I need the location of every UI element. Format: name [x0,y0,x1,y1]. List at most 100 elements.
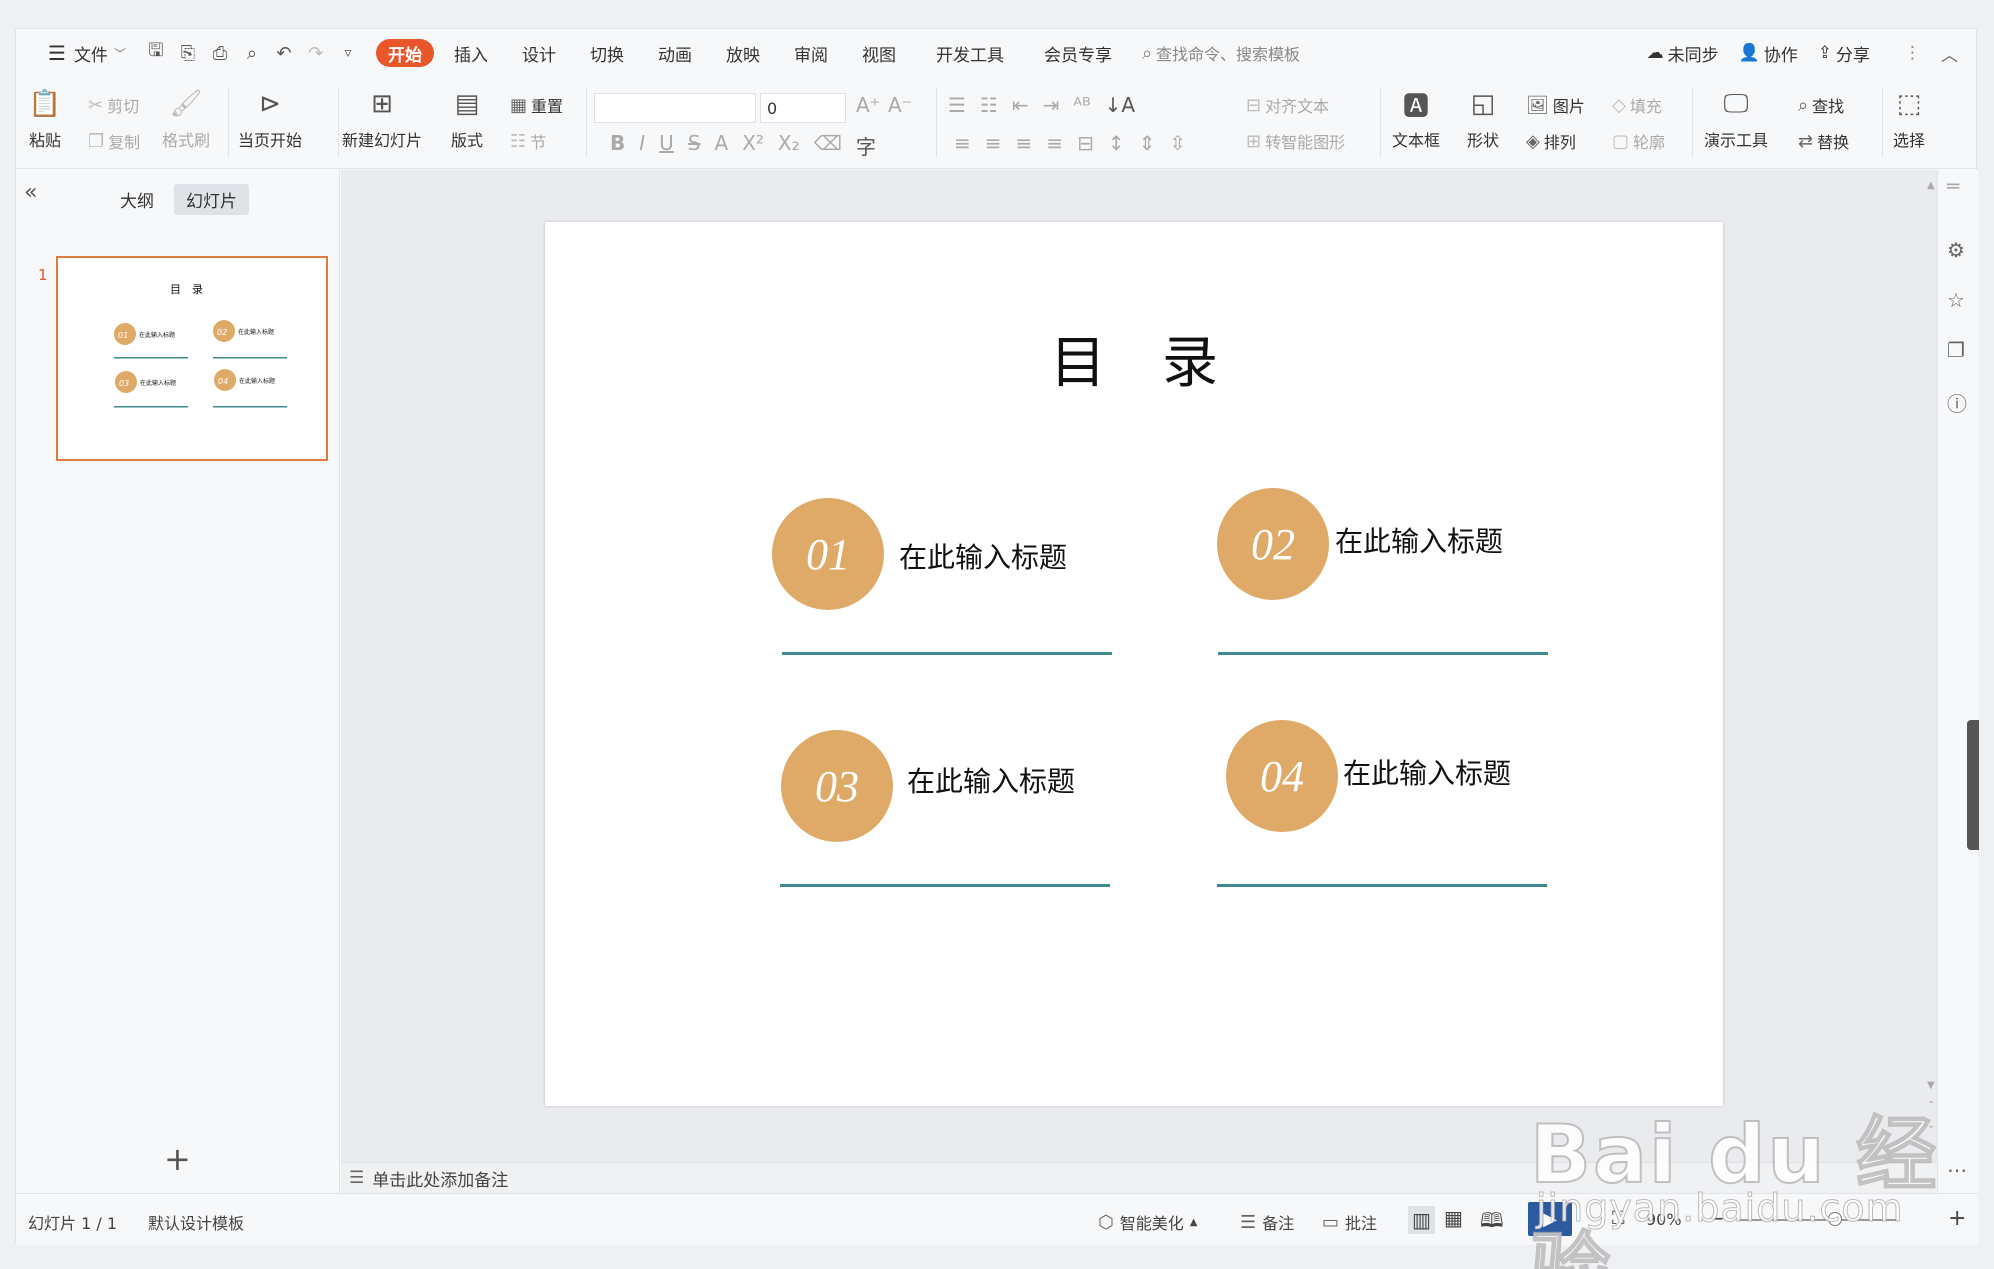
customize-quick-access-icon[interactable]: ▿ [332,38,364,68]
tab-insert[interactable]: 插入 [440,38,502,68]
cut-button[interactable]: ✂ 剪切 [88,93,139,117]
tab-transitions[interactable]: 切换 [576,38,638,68]
save-icon[interactable]: 🖫 [140,38,172,68]
vertical-scrollbar[interactable]: ▲ ▼ ⌃ ⌄ [1927,180,1937,1140]
increase-indent-icon[interactable]: ⇥ [1043,93,1060,117]
outline-button[interactable]: ▢ 轮廓 [1612,129,1665,153]
smartart-button[interactable]: ⊞ 转智能图形 [1246,129,1345,153]
tab-home[interactable]: 开始 [375,39,434,67]
add-slide-icon[interactable]: + [164,1140,191,1178]
tab-design[interactable]: 设计 [508,38,570,68]
toc-circle-03[interactable]: 03 [781,730,893,842]
paste-button[interactable]: 📋 粘贴 [28,87,62,151]
print-preview-icon[interactable]: ⎘ [172,38,204,68]
picture-button[interactable]: 🖼 图片 [1526,93,1585,117]
redo-icon[interactable]: ↷ [300,38,332,68]
sync-status[interactable]: ☁ 未同步 [1637,41,1729,66]
slide[interactable]: 目 录 01 在此输入标题 02 在此输入标题 03 在此输入标题 04 在此输… [545,222,1723,1106]
shape-button[interactable]: ◱ 形状 [1466,87,1500,151]
align-center-icon[interactable]: ≡ [985,131,1002,155]
next-slide-icon[interactable]: ⌄ [1927,1120,1935,1131]
notes-bar[interactable]: ☰ 单击此处添加备注 [341,1162,1937,1193]
collapse-ribbon-icon[interactable]: ︿ [1931,41,1968,66]
tab-animations[interactable]: 动画 [644,38,706,68]
column-spacing-icon[interactable]: ⇳ [1169,131,1186,155]
toc-circle-01[interactable]: 01 [772,498,884,610]
sorter-view-icon[interactable]: ▦ [1444,1206,1463,1230]
print-icon[interactable]: ⎙ [204,38,236,68]
fill-button[interactable]: ◇ 填充 [1612,93,1662,117]
toc-label-04[interactable]: 在此输入标题 [1343,752,1511,792]
zoom-slider[interactable] [1738,1219,1898,1221]
bold-icon[interactable]: B [610,131,625,160]
reading-view-icon[interactable]: 🕮 [1480,1206,1504,1240]
clear-format-icon[interactable]: ⌫ [814,131,842,160]
tab-developer[interactable]: 开发工具 [922,38,1018,68]
presentation-tools-button[interactable]: 🖵 演示工具 [1704,87,1768,151]
font-family-select[interactable] [594,93,756,123]
italic-icon[interactable]: I [639,131,645,160]
sort-icon[interactable]: ↓A [1105,93,1135,117]
text-direction-icon[interactable]: ᴬᴮ [1073,93,1090,117]
template-name[interactable]: 默认设计模板 [148,1210,244,1234]
slide-thumbnail[interactable]: 目 录 01 在此输入标题 02 在此输入标题 03 在此输入标题 04 在此输… [56,256,328,461]
beautify-button[interactable]: ⬡ 智能美化 ▲ [1098,1210,1197,1234]
phonetic-icon[interactable]: 字 [856,131,876,160]
undo-icon[interactable]: ↶ [268,38,300,68]
align-left-icon[interactable]: ≡ [954,131,971,155]
format-painter-button[interactable]: 🖌 格式刷 [162,87,210,151]
collab-button[interactable]: 👤 协作 [1729,41,1808,66]
star-icon[interactable]: ☆ [1947,288,1965,312]
decrease-indent-icon[interactable]: ⇤ [1012,93,1029,117]
layout-button[interactable]: ▤ 版式 [450,87,484,151]
tab-review[interactable]: 审阅 [780,38,842,68]
more-options-icon[interactable]: ⋯ [1947,1158,1967,1182]
arrange-button[interactable]: ◈ 排列 [1526,129,1576,153]
preview-icon[interactable]: ⌕ [236,38,268,68]
window-icon[interactable]: ❐ [1947,338,1965,362]
toc-label-01[interactable]: 在此输入标题 [899,536,1067,576]
new-slide-button[interactable]: ⊞ 新建幻灯片 [342,87,422,151]
paragraph-spacing-icon[interactable]: ⇕ [1139,131,1156,155]
zoom-level[interactable]: 90% [1646,1210,1682,1229]
tab-outline[interactable]: 大纲 [108,184,166,215]
tab-view[interactable]: 视图 [848,38,910,68]
tab-member[interactable]: 会员专享 [1030,38,1126,68]
notes-toggle-button[interactable]: ☰ 备注 [1240,1210,1294,1234]
strikethrough-icon[interactable]: S [688,131,701,160]
zoom-slider-handle[interactable] [1828,1212,1842,1226]
fit-window-icon[interactable]: ⛶ [1612,1208,1625,1229]
reset-button[interactable]: ▦ 重置 [510,93,563,117]
zoom-out-icon[interactable]: − [1708,1206,1725,1230]
collapse-panel-icon[interactable]: « [24,180,37,205]
shrink-font-icon[interactable]: A⁻ [888,93,912,117]
prev-slide-icon[interactable]: ⌃ [1927,1100,1935,1111]
play-slideshow-button[interactable]: ▶ [1528,1202,1572,1236]
toc-circle-04[interactable]: 04 [1226,720,1338,832]
align-right-icon[interactable]: ≡ [1016,131,1033,155]
underline-icon[interactable]: U [659,131,674,160]
tab-slides[interactable]: 幻灯片 [174,184,249,215]
file-menu[interactable]: ☰ 文件 ﹀ [34,38,140,68]
scroll-down-icon[interactable]: ▼ [1927,1080,1935,1091]
select-button[interactable]: ⬚ 选择 [1892,87,1926,151]
numbering-icon[interactable]: ☷ [980,93,998,117]
section-button[interactable]: ☷ 节 [510,129,546,153]
copy-button[interactable]: ❐ 复制 [88,129,140,153]
zoom-in-icon[interactable]: + [1948,1206,1966,1231]
textbox-button[interactable]: 🅰 文本框 [1392,87,1440,151]
align-text-button[interactable]: ⊟ 对齐文本 [1246,93,1329,117]
subscript-icon[interactable]: X₂ [778,131,800,160]
scroll-up-icon[interactable]: ▲ [1927,180,1935,191]
font-color-icon[interactable]: A [715,131,729,160]
command-search[interactable]: ⌕ 查找命令、搜索模板 [1142,41,1300,65]
toc-label-03[interactable]: 在此输入标题 [907,760,1075,800]
distribute-icon[interactable]: ⊟ [1077,131,1094,155]
toc-label-02[interactable]: 在此输入标题 [1335,520,1503,560]
grow-font-icon[interactable]: A⁺ [856,93,880,117]
slide-title[interactable]: 目 录 [545,318,1723,399]
justify-icon[interactable]: ≡ [1046,131,1063,155]
normal-view-icon[interactable]: ▥ [1408,1206,1435,1234]
font-size-select[interactable]: 0 [760,93,846,123]
superscript-icon[interactable]: X² [742,131,764,160]
